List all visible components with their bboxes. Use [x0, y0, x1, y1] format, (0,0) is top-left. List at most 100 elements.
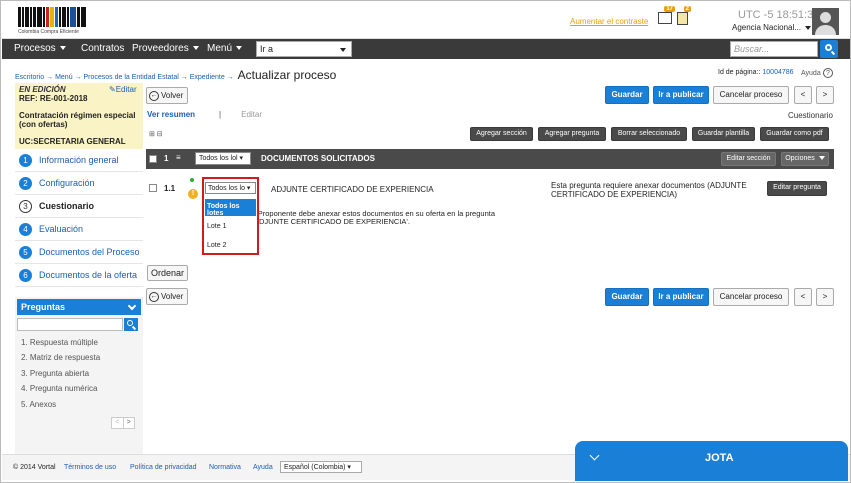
publish-button-bottom[interactable]: Ir a publicar	[653, 288, 709, 306]
step-number: 5	[19, 246, 32, 259]
step-informacion-general[interactable]: 1 Información general	[15, 149, 143, 172]
chevron-down-icon[interactable]	[589, 450, 600, 461]
nav-proveedores[interactable]: Proveedores	[132, 43, 199, 54]
questionnaire-label: Cuestionario	[788, 111, 833, 120]
lot-dropdown-current[interactable]: Todos los lo ▾	[205, 182, 256, 194]
save-pdf-button[interactable]: Guardar como pdf	[760, 127, 829, 141]
crumb-procesos[interactable]: Procesos de la Entidad Estatal	[83, 74, 178, 81]
prev-button-bottom[interactable]: <	[794, 288, 812, 306]
colombia-compra-logo[interactable]: Colombia Compra Eficiente	[18, 7, 98, 35]
back-label: Volver	[161, 292, 184, 301]
section-options-button[interactable]: Opciones	[781, 152, 829, 166]
goto-select[interactable]: Ir a	[256, 41, 352, 57]
footer-help-link[interactable]: Ayuda	[253, 464, 273, 471]
step-cuestionario[interactable]: 3 Cuestionario	[15, 195, 143, 218]
section-menu-icon[interactable]: ≡	[176, 153, 181, 162]
cancel-process-button-top[interactable]: Cancelar proceso	[713, 86, 789, 104]
lot-option[interactable]: Lote 1	[205, 219, 256, 236]
lot-dropdown[interactable]: Todos los lo ▾ Todos los lotes Lote 1 Lo…	[202, 177, 259, 255]
order-button[interactable]: Ordenar	[147, 265, 188, 281]
next-button-top[interactable]: >	[816, 86, 834, 104]
prev-button-top[interactable]: <	[794, 86, 812, 104]
questions-search-input[interactable]	[17, 318, 123, 331]
back-button-top[interactable]: ← Volver	[146, 87, 188, 104]
increase-contrast-link[interactable]: Aumentar el contraste	[570, 17, 648, 26]
breadcrumb: Escritorio → Menú → Procesos de la Entid…	[15, 68, 337, 82]
step-configuracion[interactable]: 2 Configuración	[15, 172, 143, 195]
publish-button-top[interactable]: Ir a publicar	[653, 86, 709, 104]
save-button-bottom[interactable]: Guardar	[605, 288, 649, 306]
nav-procesos[interactable]: Procesos	[14, 43, 66, 54]
step-documentos-oferta[interactable]: 6 Documentos de la oferta	[15, 264, 143, 287]
back-arrow-icon: ←	[149, 291, 159, 302]
utc-label: UTC -5	[738, 9, 774, 21]
section-lot-filter[interactable]: Todos los lol ▾	[195, 152, 251, 165]
language-value: Español (Colombia)	[284, 464, 346, 471]
search-input[interactable]: Buscar...	[730, 41, 818, 57]
pager-next[interactable]: >	[124, 418, 135, 428]
cancel-process-button-bottom[interactable]: Cancelar proceso	[713, 288, 789, 306]
questions-panel-header[interactable]: Preguntas	[17, 299, 141, 315]
agency-selector[interactable]: Agencia Nacional...	[732, 23, 811, 32]
page-id-value[interactable]: 10004786	[762, 69, 793, 76]
footer-normativa-link[interactable]: Normativa	[209, 464, 241, 471]
edit-question-button[interactable]: Editar pregunta	[767, 181, 827, 196]
question-checkbox[interactable]	[149, 184, 157, 192]
lot-option[interactable]: Todos los lotes	[205, 199, 256, 217]
edit-section-button[interactable]: Editar sección	[721, 152, 776, 166]
document-icon[interactable]: 2	[677, 6, 691, 25]
chat-widget[interactable]: JOTA	[575, 441, 848, 481]
pencil-icon: ✎	[109, 85, 116, 94]
expand-collapse-icons[interactable]: ⊞ ⊟	[149, 130, 163, 138]
questions-search-button[interactable]	[124, 318, 138, 331]
crumb-expediente[interactable]: Expediente	[190, 74, 225, 81]
unit: UC:SECRETARIA GENERAL	[19, 137, 126, 146]
steps-list: 1 Información general 2 Configuración 3 Cue…	[15, 149, 143, 287]
step-documentos-proceso[interactable]: 5 Documentos del Proceso	[15, 241, 143, 264]
view-separator: |	[219, 110, 222, 119]
goto-value: Ir a	[260, 44, 274, 54]
view-edit-link[interactable]: Editar	[241, 110, 262, 119]
agency-name: Agencia Nacional...	[732, 23, 801, 32]
crumb-escritorio[interactable]: Escritorio	[15, 74, 44, 81]
section-options-label: Opciones	[785, 155, 815, 162]
question-type-item[interactable]: 5. Anexos	[21, 400, 56, 409]
logo-text: Colombia Compra Eficiente	[18, 29, 79, 35]
language-select[interactable]: Español (Colombia) ▾	[280, 461, 362, 473]
delete-selected-button[interactable]: Borrar seleccionado	[611, 127, 687, 141]
process-ref: REF: RE-001-2018	[19, 94, 88, 103]
nav-contratos[interactable]: Contratos	[81, 43, 124, 54]
view-summary-link[interactable]: Ver resumen	[147, 110, 195, 119]
footer-privacy-link[interactable]: Política de privacidad	[130, 464, 197, 471]
nav-menu[interactable]: Menú	[207, 43, 243, 54]
save-template-button[interactable]: Guardar plantilla	[692, 127, 755, 141]
add-question-button[interactable]: Agregar pregunta	[538, 127, 606, 141]
question-type-item[interactable]: 4. Pregunta numérica	[21, 384, 98, 393]
lot-dropdown-value: Todos los lo	[208, 185, 245, 192]
footer-terms-link[interactable]: Términos de uso	[64, 464, 116, 471]
user-avatar[interactable]	[812, 8, 839, 35]
help-icon: ?	[822, 68, 833, 78]
back-button-bottom[interactable]: ← Volver	[146, 288, 188, 305]
section-checkbox[interactable]	[149, 155, 157, 163]
question-type-item[interactable]: 2. Matriz de respuesta	[21, 353, 100, 362]
page-title: Actualizar proceso	[237, 68, 337, 82]
section-header: 1 ≡ Todos los lol ▾ DOCUMENTOS SOLICITAD…	[146, 149, 834, 169]
contract-type: Contratación régimen especial (con ofert…	[19, 111, 136, 129]
lot-option[interactable]: Lote 2	[205, 238, 256, 255]
save-button-top[interactable]: Guardar	[605, 86, 649, 104]
crumb-menu[interactable]: Menú	[55, 74, 73, 81]
pager-prev[interactable]: <	[112, 418, 124, 428]
questions-panel: Preguntas 1. Respuesta múltiple 2. Matri…	[15, 297, 143, 455]
question-type-item[interactable]: 3. Pregunta abierta	[21, 369, 89, 378]
search-button[interactable]	[820, 40, 838, 58]
chevron-down-icon	[192, 46, 199, 51]
question-type-item[interactable]: 1. Respuesta múltiple	[21, 338, 98, 347]
step-evaluacion[interactable]: 4 Evaluación	[15, 218, 143, 241]
next-button-bottom[interactable]: >	[816, 288, 834, 306]
help-link[interactable]: Ayuda ?	[801, 68, 833, 79]
question-note: Esta pregunta requiere anexar documentos…	[551, 181, 747, 199]
add-section-button[interactable]: Agregar sección	[470, 127, 533, 141]
edit-info-link[interactable]: ✎Editar	[109, 85, 137, 94]
mail-icon[interactable]: 17	[658, 6, 675, 24]
